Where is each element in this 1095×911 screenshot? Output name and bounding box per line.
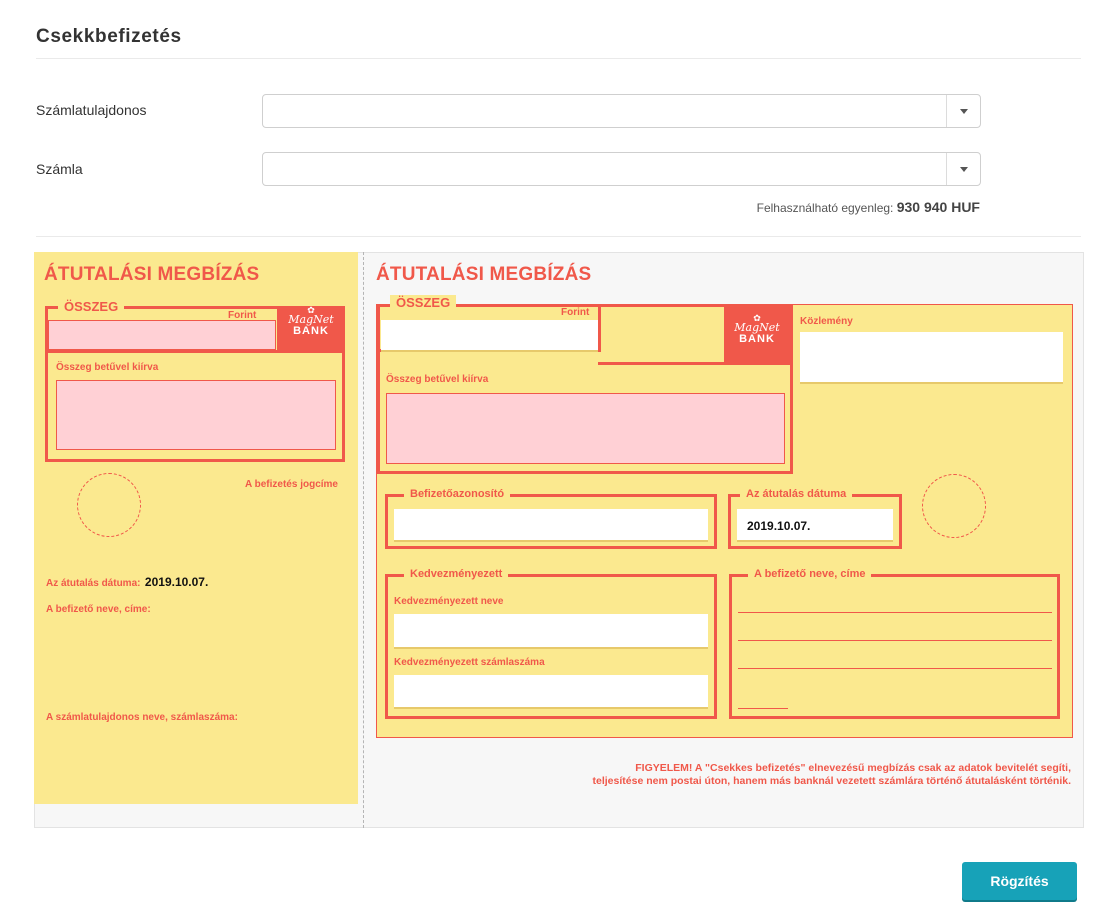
stamp-circle xyxy=(77,473,141,537)
stub-date: Az átutalás dátuma: 2019.10.07. xyxy=(46,573,208,591)
transfer-date-legend: Az átutalás dátuma xyxy=(740,488,853,500)
bank-logo: ✿ MagNet BANK xyxy=(724,306,790,362)
main-title: ÁTUTALÁSI MEGBÍZÁS xyxy=(376,264,592,285)
perforation-line xyxy=(363,252,364,828)
account-label: Számla xyxy=(36,161,83,177)
main-amount-divider xyxy=(598,362,793,365)
stub-date-label: Az átutalás dátuma: xyxy=(46,578,141,589)
stub-title: ÁTUTALÁSI MEGBÍZÁS xyxy=(44,264,260,285)
payer-address-line-4[interactable] xyxy=(738,708,788,709)
note-label: Közlemény xyxy=(800,316,853,327)
stub-amount-input[interactable] xyxy=(48,320,276,350)
save-button[interactable]: Rögzítés xyxy=(962,862,1077,900)
note-input[interactable] xyxy=(800,332,1063,382)
stub-date-value: 2019.10.07. xyxy=(144,575,209,589)
owner-label: Számlatulajdonos xyxy=(36,102,147,118)
payer-id-legend: Befizetőazonosító xyxy=(404,488,511,500)
beneficiary-name-input[interactable] xyxy=(394,614,708,647)
section-divider xyxy=(36,236,1081,237)
payer-address-legend: A befizető neve, címe xyxy=(748,568,872,580)
account-select[interactable] xyxy=(262,152,981,186)
stub-amount-legend: ÖSSZEG xyxy=(58,299,125,314)
stamp-circle xyxy=(922,474,986,538)
owner-select[interactable] xyxy=(262,94,981,128)
stub-words-input[interactable] xyxy=(56,380,336,450)
beneficiary-account-label: Kedvezményezett számlaszáma xyxy=(394,657,545,668)
transfer-date-value: 2019.10.07. xyxy=(747,519,811,533)
beneficiary-legend: Kedvezményezett xyxy=(404,568,509,580)
stub-amount-divider xyxy=(48,350,342,353)
stub-holder-label: A számlatulajdonos neve, számlaszáma: xyxy=(46,712,238,723)
payer-address-line-2[interactable] xyxy=(738,640,1052,641)
main-words-input[interactable] xyxy=(386,393,785,464)
transfer-date-input[interactable]: 2019.10.07. xyxy=(737,509,893,540)
balance-label: Felhasználható egyenleg: xyxy=(756,201,894,215)
warning-line-1: FIGYELEM! A "Csekkes befizetés" elnevezé… xyxy=(635,762,1071,774)
stub-words-label: Összeg betűvel kiírva xyxy=(56,362,159,373)
main-amount-input[interactable] xyxy=(381,320,598,350)
available-balance: Felhasználható egyenleg: 930 940 HUF xyxy=(757,199,980,215)
beneficiary-account-input[interactable] xyxy=(394,675,708,707)
chevron-down-icon[interactable] xyxy=(946,95,980,127)
bank-logo: ✿ MagNet BANK xyxy=(277,306,345,350)
logo-bank: BANK xyxy=(293,325,329,337)
warning-notice: FIGYELEM! A "Csekkes befizetés" elnevezé… xyxy=(431,762,1071,788)
payer-address-line-1[interactable] xyxy=(738,612,1052,613)
main-amount-legend: ÖSSZEG xyxy=(390,295,457,310)
logo-bank: BANK xyxy=(739,333,775,345)
logo-name: MagNet xyxy=(734,321,780,334)
logo-name: MagNet xyxy=(288,313,334,326)
payer-address-box xyxy=(729,574,1060,719)
page-title: Csekkbefizetés xyxy=(36,26,182,47)
stub-payer-label: A befizető neve, címe: xyxy=(46,604,151,615)
title-divider xyxy=(36,58,1081,59)
main-currency-label: Forint xyxy=(561,307,590,318)
warning-line-2: teljesítése nem postai úton, hanem más b… xyxy=(592,775,1071,787)
beneficiary-name-label: Kedvezményezett neve xyxy=(394,596,504,607)
payer-id-input[interactable] xyxy=(394,509,708,540)
balance-value: 930 940 HUF xyxy=(896,199,980,215)
chevron-down-icon[interactable] xyxy=(946,153,980,185)
payer-address-line-3[interactable] xyxy=(738,668,1052,669)
main-words-label: Összeg betűvel kiírva xyxy=(386,374,489,385)
stub-purpose-label: A befizetés jogcíme xyxy=(245,479,338,490)
